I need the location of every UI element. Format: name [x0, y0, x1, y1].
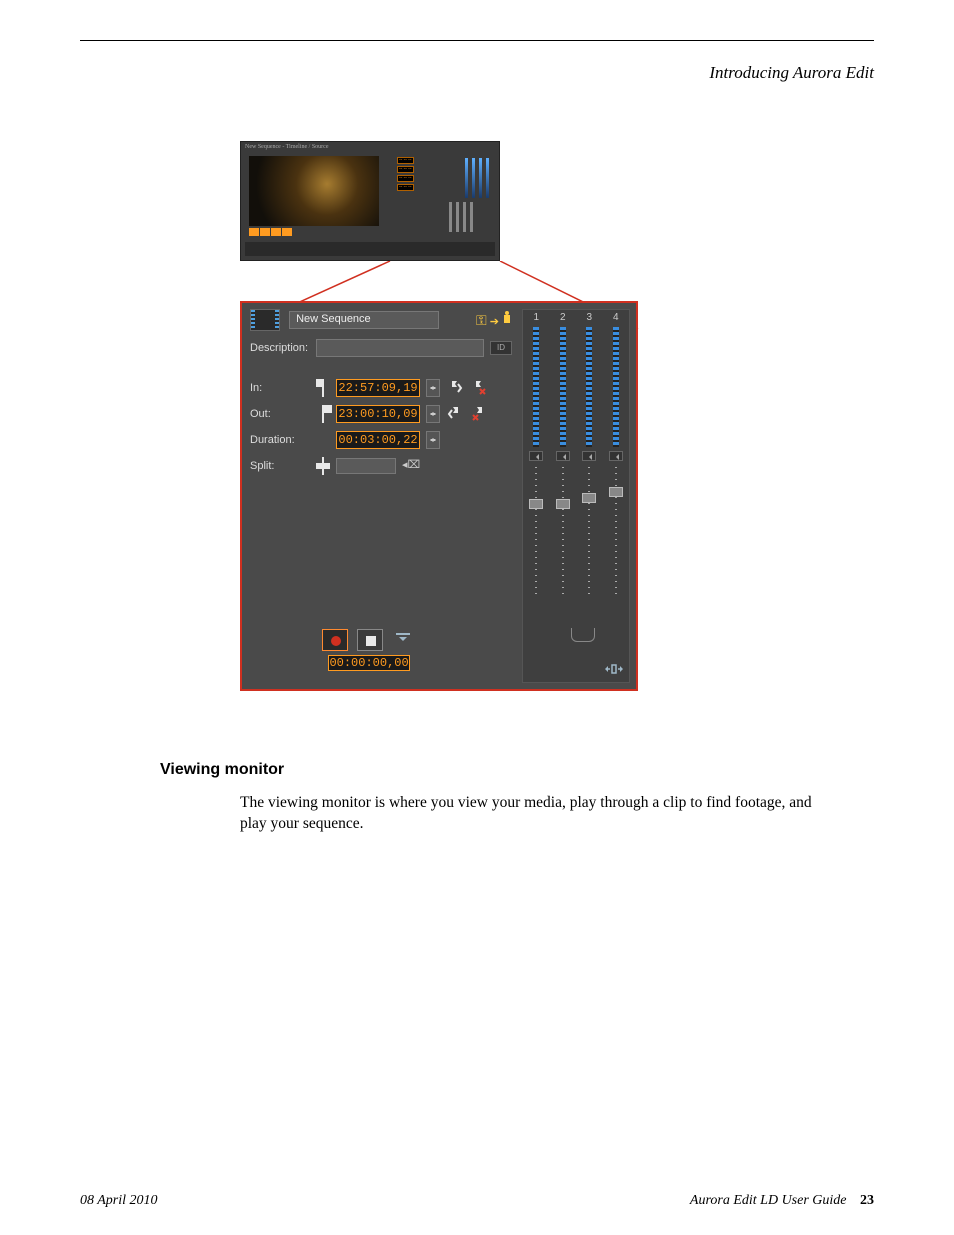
footer-page-number: 23: [860, 1193, 874, 1208]
channel-number: 4: [613, 312, 619, 323]
fader-gang-icon[interactable]: [571, 628, 595, 642]
thumb-right-panel: -- -- -- -- -- -- -- -- -- -- -- --: [397, 156, 495, 236]
duration-timecode[interactable]: 00:03:00,22: [336, 431, 420, 449]
level-meter: [586, 327, 592, 447]
description-label: Description:: [250, 342, 310, 354]
duration-label: Duration:: [250, 434, 310, 446]
stop-button[interactable]: [357, 629, 383, 651]
thumb-tc-group: [249, 228, 292, 236]
thumb-video-area: [249, 156, 379, 226]
channel-number: 1: [533, 312, 539, 323]
figure: New Sequence - Timeline / Source -- -- -…: [240, 141, 650, 691]
duration-spinner[interactable]: [426, 431, 440, 449]
footer-date: 08 April 2010: [80, 1193, 158, 1209]
volume-fader[interactable]: [586, 467, 592, 597]
id-badge-icon[interactable]: ID: [490, 341, 512, 355]
lock-icon[interactable]: ⚿: [476, 312, 487, 328]
level-meter: [613, 327, 619, 447]
split-value-box[interactable]: [336, 458, 396, 474]
split-label: Split:: [250, 460, 310, 472]
in-timecode[interactable]: 22:57:09,19: [336, 379, 420, 397]
clear-in-button[interactable]: [470, 379, 488, 397]
mute-button[interactable]: [609, 451, 623, 461]
send-arrow-icon[interactable]: ➔: [490, 316, 499, 328]
footer-guide-title: Aurora Edit LD User Guide: [690, 1193, 847, 1208]
volume-fader[interactable]: [613, 467, 619, 597]
out-timecode-spinner[interactable]: [426, 405, 440, 423]
mark-out-button[interactable]: [446, 405, 464, 423]
record-timecode: 00:00:00,00: [328, 655, 409, 671]
sequence-name-field[interactable]: New Sequence: [289, 311, 439, 329]
eject-icon[interactable]: [394, 629, 416, 651]
clear-out-button[interactable]: [470, 405, 488, 423]
in-label: In:: [250, 382, 310, 394]
thumb-transport-row: [245, 242, 495, 256]
description-input[interactable]: [316, 339, 484, 357]
record-button[interactable]: [322, 629, 348, 651]
split-audio-icon[interactable]: ◂⌧: [402, 458, 418, 474]
source-panel: New Sequence ⚿ ➔ Description: ID In: 22:…: [240, 301, 638, 691]
mute-button[interactable]: [556, 451, 570, 461]
section-body: The viewing monitor is where you view yo…: [240, 793, 834, 835]
thumb-title: New Sequence - Timeline / Source: [245, 144, 328, 150]
person-icon[interactable]: [502, 311, 512, 325]
page-footer: 08 April 2010 Aurora Edit LD User Guide …: [80, 1193, 874, 1209]
level-meter: [533, 327, 539, 447]
chapter-title: Introducing Aurora Edit: [709, 63, 874, 83]
mute-button[interactable]: [529, 451, 543, 461]
mark-in-button[interactable]: [446, 379, 464, 397]
expand-mixer-icon[interactable]: [605, 662, 623, 676]
audio-mixer-strip: 1 2 3 4: [522, 309, 630, 683]
mute-button[interactable]: [582, 451, 596, 461]
channel-number: 3: [586, 312, 592, 323]
mark-out-flag-icon[interactable]: [316, 405, 330, 423]
split-flag-icon[interactable]: [316, 457, 330, 475]
mark-in-flag-icon[interactable]: [316, 379, 330, 397]
channel-number: 2: [560, 312, 566, 323]
in-timecode-spinner[interactable]: [426, 379, 440, 397]
level-meter: [560, 327, 566, 447]
out-timecode[interactable]: 23:00:10,09: [336, 405, 420, 423]
section-heading: Viewing monitor: [160, 761, 284, 779]
film-clip-icon[interactable]: [250, 309, 280, 331]
window-thumbnail: New Sequence - Timeline / Source -- -- -…: [240, 141, 500, 261]
volume-fader[interactable]: [533, 467, 539, 597]
out-label: Out:: [250, 408, 310, 420]
volume-fader[interactable]: [560, 467, 566, 597]
